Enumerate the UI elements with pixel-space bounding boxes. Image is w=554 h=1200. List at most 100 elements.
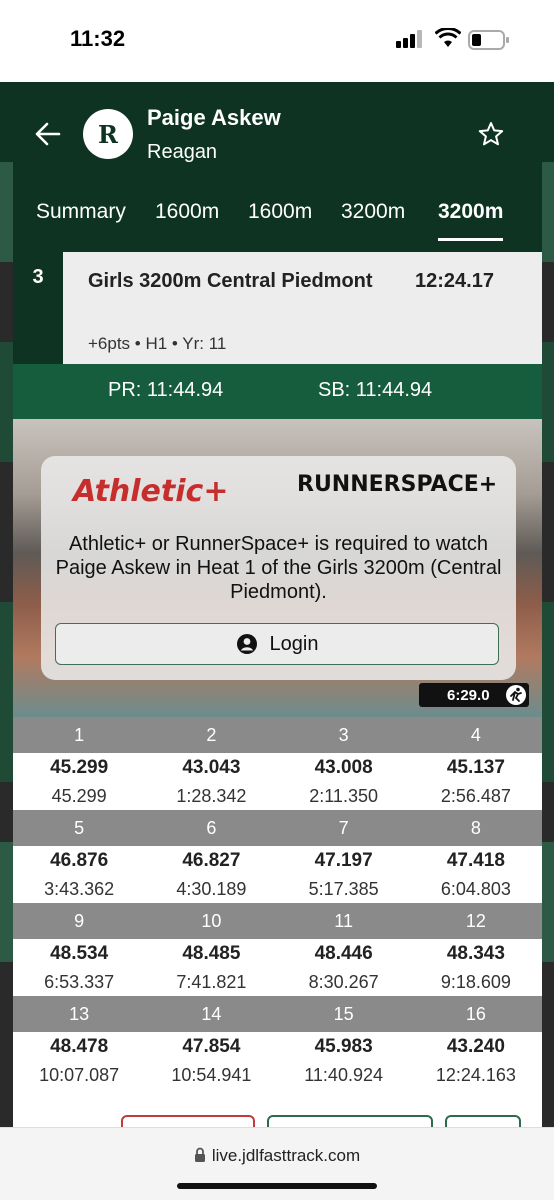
result-time: 12:24.17: [415, 270, 494, 292]
split-cell: 48.534 6:53.337: [13, 939, 145, 996]
lap-time: 47.854: [182, 1036, 241, 1057]
cumulative-time: 45.299: [51, 786, 107, 806]
split-cell: 48.485 7:41.821: [145, 939, 277, 996]
split-cell: 47.197 5:17.385: [278, 846, 410, 903]
lap-time: 48.343: [446, 943, 505, 964]
lap-time: 48.478: [50, 1036, 109, 1057]
records-bar: PR: 11:44.94 SB: 11:44.94: [13, 364, 542, 419]
cumulative-time: 8:30.267: [308, 972, 379, 992]
lap-time: 43.008: [314, 757, 373, 778]
lap-time: 46.827: [182, 850, 241, 871]
bottom-actions: [13, 1115, 542, 1127]
event-tabs: Summary 1600m 1600m 3200m 3200m: [13, 197, 542, 252]
lap-number: 16: [465, 1004, 486, 1024]
lap-time: 48.485: [182, 943, 241, 964]
cumulative-time: 10:07.087: [39, 1065, 120, 1085]
athlete-result-card: R Paige Askew Reagan Summary 1600m 1600m…: [13, 87, 542, 1127]
split-cell: 45.983 11:40.924: [278, 1032, 410, 1089]
result-row[interactable]: 3 Girls 3200m Central Piedmont 12:24.17 …: [13, 252, 542, 364]
tab-1600m-second[interactable]: 1600m: [248, 197, 312, 241]
url-display[interactable]: live.jdlfasttrack.com: [0, 1146, 554, 1166]
lap-number: 13: [69, 1004, 90, 1024]
tab-3200m-second[interactable]: 3200m: [438, 197, 504, 241]
lap-number: 14: [201, 1004, 222, 1024]
tab-1600m-first[interactable]: 1600m: [155, 197, 219, 241]
cumulative-time: 10:54.941: [171, 1065, 252, 1085]
lap-time: 43.240: [446, 1036, 505, 1057]
tab-summary[interactable]: Summary: [36, 197, 126, 241]
split-row: 1 2 3 4 45.299 45.299 43.043 1:28.342 43.0…: [13, 717, 542, 810]
lap-time: 47.418: [446, 850, 505, 871]
signal-icon: [396, 30, 422, 48]
cumulative-time: 2:56.487: [440, 786, 511, 806]
split-cell: 48.446 8:30.267: [278, 939, 410, 996]
split-values: 48.534 6:53.337 48.485 7:41.821 48.446 8:30…: [13, 939, 542, 996]
tab-3200m-first[interactable]: 3200m: [341, 197, 405, 241]
favorite-star-icon[interactable]: [478, 121, 504, 147]
browser-url-bar[interactable]: live.jdlfasttrack.com: [0, 1127, 554, 1200]
cumulative-time: 6:04.803: [440, 879, 511, 899]
lap-number: 3: [338, 725, 349, 745]
cumulative-time: 7:41.821: [176, 972, 247, 992]
home-indicator: [177, 1183, 377, 1189]
action-button-red[interactable]: [121, 1115, 255, 1127]
split-cell: 43.043 1:28.342: [145, 753, 277, 810]
split-cell: 43.240 12:24.163: [410, 1032, 542, 1089]
lap-number: 6: [206, 818, 217, 838]
splits-table: 1 2 3 4 45.299 45.299 43.043 1:28.342 43.0…: [13, 717, 542, 1089]
action-button-small[interactable]: [445, 1115, 521, 1127]
split-cell: 43.008 2:11.350: [278, 753, 410, 810]
split-cell: 46.827 4:30.189: [145, 846, 277, 903]
place-number: 3: [13, 252, 63, 364]
lap-number: 9: [74, 911, 85, 931]
split-row: 9 10 11 12 48.534 6:53.337 48.485 7:41.821…: [13, 903, 542, 996]
split-cell: 48.343 9:18.609: [410, 939, 542, 996]
action-button-green[interactable]: [267, 1115, 433, 1127]
athlete-team: Reagan: [147, 141, 218, 163]
cumulative-time: 3:43.362: [44, 879, 115, 899]
lap-number: 10: [201, 911, 222, 931]
lap-time: 48.534: [50, 943, 109, 964]
lap-number: 2: [206, 725, 217, 745]
login-button[interactable]: Login: [55, 623, 499, 665]
cumulative-time: 4:30.189: [176, 879, 247, 899]
card-header: R Paige Askew Reagan Summary 1600m 1600m…: [13, 87, 542, 262]
cumulative-time: 6:53.337: [44, 972, 115, 992]
paywall-overlay: Athletic+ RUNNERSPACE+ Athletic+ or Runn…: [41, 456, 516, 680]
split-values: 46.876 3:43.362 46.827 4:30.189 47.197 5:17…: [13, 846, 542, 903]
split-cell: 47.418 6:04.803: [410, 846, 542, 903]
split-cell: 46.876 3:43.362: [13, 846, 145, 903]
user-icon: [236, 634, 257, 654]
lap-time: 45.299: [50, 757, 109, 778]
split-cell: 45.137 2:56.487: [410, 753, 542, 810]
cumulative-time: 9:18.609: [440, 972, 511, 992]
lock-icon: [194, 1147, 205, 1162]
runnerspace-plus-logo: RUNNERSPACE+: [297, 472, 498, 497]
split-lap-header: 13 14 15 16: [13, 996, 542, 1032]
back-arrow-icon[interactable]: [35, 121, 61, 147]
split-cell: 47.854 10:54.941: [145, 1032, 277, 1089]
cumulative-time: 12:24.163: [435, 1065, 516, 1085]
lap-number: 11: [334, 911, 353, 931]
runner-icon: [506, 685, 526, 705]
lap-time: 47.197: [314, 850, 373, 871]
team-logo: R: [83, 109, 133, 159]
login-label: Login: [269, 632, 319, 655]
athlete-name: Paige Askew: [147, 105, 281, 130]
wifi-icon: [435, 28, 461, 47]
lap-time: 45.983: [314, 1036, 373, 1057]
season-best: SB: 11:44.94: [318, 379, 433, 401]
split-values: 48.478 10:07.087 47.854 10:54.941 45.983 11…: [13, 1032, 542, 1089]
split-cell: 48.478 10:07.087: [13, 1032, 145, 1089]
result-meta: +6pts • H1 • Yr: 11: [88, 334, 227, 353]
lap-number: 15: [333, 1004, 354, 1024]
split-values: 45.299 45.299 43.043 1:28.342 43.008 2:11.3…: [13, 753, 542, 810]
split-lap-header: 1 2 3 4: [13, 717, 542, 753]
personal-record: PR: 11:44.94: [108, 379, 224, 401]
cumulative-time: 2:11.350: [309, 786, 378, 806]
split-lap-header: 9 10 11 12: [13, 903, 542, 939]
video-duration-badge: 6:29.0: [419, 683, 529, 707]
paywall-message: Athletic+ or RunnerSpace+ is required to…: [55, 533, 502, 603]
split-cell: 45.299 45.299: [13, 753, 145, 810]
race-video[interactable]: Athletic+ RUNNERSPACE+ Athletic+ or Runn…: [13, 419, 542, 717]
